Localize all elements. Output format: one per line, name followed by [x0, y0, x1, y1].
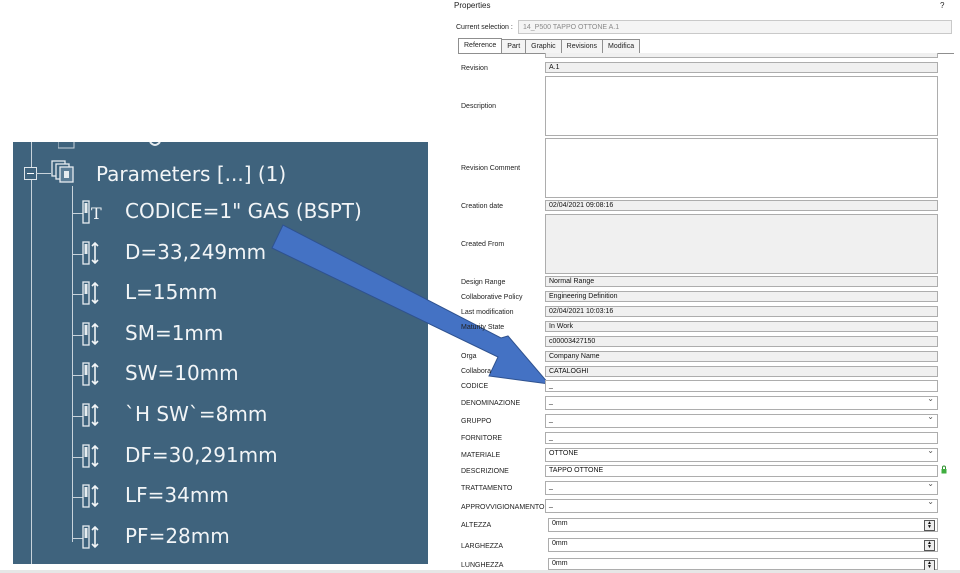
larghezza-spinner[interactable]: 0mm ▲ ▼: [548, 538, 938, 552]
larghezza-label: LARGHEZZA: [461, 543, 504, 550]
parameter-label[interactable]: SM=1mm: [125, 318, 223, 348]
organization-label: Orga: [461, 353, 477, 360]
denominazione-dropdown[interactable]: _: [545, 394, 938, 410]
current-selection-field: 14_P500 TAPPO OTTONE A.1: [518, 20, 952, 34]
length-parameter-icon[interactable]: [80, 278, 104, 308]
collaborative-space-label: Collabora: [461, 368, 491, 375]
tab-graphic[interactable]: Graphic: [525, 39, 562, 53]
name-field-clipped: [545, 53, 938, 58]
altezza-value: 0mm: [552, 520, 568, 527]
maturity-state-label: Maturity State: [461, 324, 505, 331]
parameter-label[interactable]: PF=28mm: [125, 521, 230, 551]
maturity-state-field: In Work: [545, 321, 938, 332]
dialog-title: Properties: [454, 1, 491, 10]
length-parameter-icon[interactable]: [80, 441, 104, 471]
lunghezza-spinner[interactable]: 0mm ▲ ▼: [548, 558, 938, 571]
altezza-label: ALTEZZA: [461, 522, 492, 529]
organization-field: Company Name: [545, 351, 938, 362]
collaborative-policy-label: Collaborative Policy: [461, 294, 523, 301]
materiale-dropdown[interactable]: OTTONE: [545, 446, 938, 462]
design-range-field: Normal Range: [545, 276, 938, 287]
owner-field: c00003427150: [545, 336, 938, 347]
properties-dialog: Properties ? Current selection : 14_P500…: [452, 0, 960, 573]
creation-date-label: Creation date: [461, 203, 504, 210]
trattamento-label: TRATTAMENTO: [461, 485, 513, 492]
tab-part[interactable]: Part: [501, 39, 527, 53]
tab-bar: Reference Part Graphic Revisions Modific…: [458, 38, 641, 54]
truncated-tree-node: [58, 142, 161, 149]
gruppo-value: _: [549, 416, 553, 423]
approvvigionamento-dropdown[interactable]: _: [545, 497, 938, 513]
altezza-spinner[interactable]: 0mm ▲ ▼: [548, 518, 938, 532]
materiale-label: MATERIALE: [461, 452, 501, 459]
collaborative-policy-field: Engineering Definition: [545, 291, 938, 302]
description-textarea[interactable]: [545, 76, 938, 136]
descrizione-label: DESCRIZIONE: [461, 468, 509, 475]
spinner-arrows-icon[interactable]: ▲ ▼: [924, 540, 935, 551]
descrizione-input[interactable]: TAPPO OTTONE: [545, 465, 938, 477]
length-parameter-icon[interactable]: [80, 238, 104, 268]
approvvigionamento-label: APPROVVIGIONAMENTO: [461, 504, 545, 511]
lock-icon[interactable]: [941, 465, 947, 474]
last-modification-label: Last modification: [461, 309, 514, 316]
parameter-label[interactable]: D=33,249mm: [125, 237, 266, 267]
revision-label: Revision: [461, 65, 488, 72]
trattamento-value: _: [549, 483, 553, 490]
length-parameter-icon[interactable]: [80, 319, 104, 349]
tab-reference[interactable]: Reference: [458, 38, 503, 54]
svg-text:T: T: [91, 204, 102, 223]
last-modification-field: 02/04/2021 10:03:16: [545, 306, 938, 317]
tab-modifica[interactable]: Modifica: [602, 39, 641, 53]
fornitore-label: FORNITORE: [461, 435, 503, 442]
current-selection-label: Current selection :: [456, 24, 513, 31]
revision-field: A.1: [545, 62, 938, 73]
larghezza-value: 0mm: [552, 540, 568, 547]
length-parameter-icon[interactable]: [80, 400, 104, 430]
parameters-tree-panel: Parameters [...] (1) T CODICE=1" GAS (BSP…: [13, 142, 428, 564]
help-button[interactable]: ?: [940, 1, 944, 10]
denominazione-label: DENOMINAZIONE: [461, 400, 521, 407]
gruppo-dropdown[interactable]: _: [545, 412, 938, 428]
codice-input[interactable]: _: [545, 380, 938, 392]
tab-revisions[interactable]: Revisions: [560, 39, 604, 53]
materiale-value: OTTONE: [549, 450, 579, 457]
parameters-set-icon[interactable]: [51, 158, 75, 188]
description-label: Description: [461, 103, 497, 110]
trattamento-dropdown[interactable]: _: [545, 479, 938, 495]
length-parameter-icon[interactable]: [80, 522, 104, 552]
codice-label: CODICE: [461, 383, 489, 390]
length-parameter-icon[interactable]: [80, 359, 104, 389]
lunghezza-label: LUNGHEZZA: [461, 562, 504, 569]
parameter-label[interactable]: LF=34mm: [125, 480, 229, 510]
parameter-label[interactable]: DF=30,291mm: [125, 440, 278, 470]
denominazione-value: _: [549, 398, 553, 405]
gruppo-label: GRUPPO: [461, 418, 492, 425]
text-parameter-icon[interactable]: T: [80, 197, 104, 227]
design-range-label: Design Range: [461, 279, 506, 286]
spinner-arrows-icon[interactable]: ▲ ▼: [924, 520, 935, 531]
lunghezza-value: 0mm: [552, 560, 568, 567]
parameter-label[interactable]: `H SW`=8mm: [125, 399, 267, 429]
parameters-root-label[interactable]: Parameters [...] (1): [96, 159, 286, 189]
fornitore-input[interactable]: _: [545, 432, 938, 444]
approvvigionamento-value: _: [549, 501, 553, 508]
parameter-label[interactable]: L=15mm: [125, 277, 217, 307]
collaborative-space-field: CATALOGHI: [545, 366, 938, 377]
parameter-label[interactable]: CODICE=1" GAS (BSPT): [125, 196, 362, 226]
revision-comment-label: Revision Comment: [461, 165, 521, 172]
length-parameter-icon[interactable]: [80, 481, 104, 511]
revision-comment-textarea[interactable]: [545, 138, 938, 198]
created-from-label: Created From: [461, 241, 505, 248]
parameter-label[interactable]: SW=10mm: [125, 358, 239, 388]
created-from-field: [545, 214, 938, 274]
creation-date-field: 02/04/2021 09:08:16: [545, 200, 938, 211]
